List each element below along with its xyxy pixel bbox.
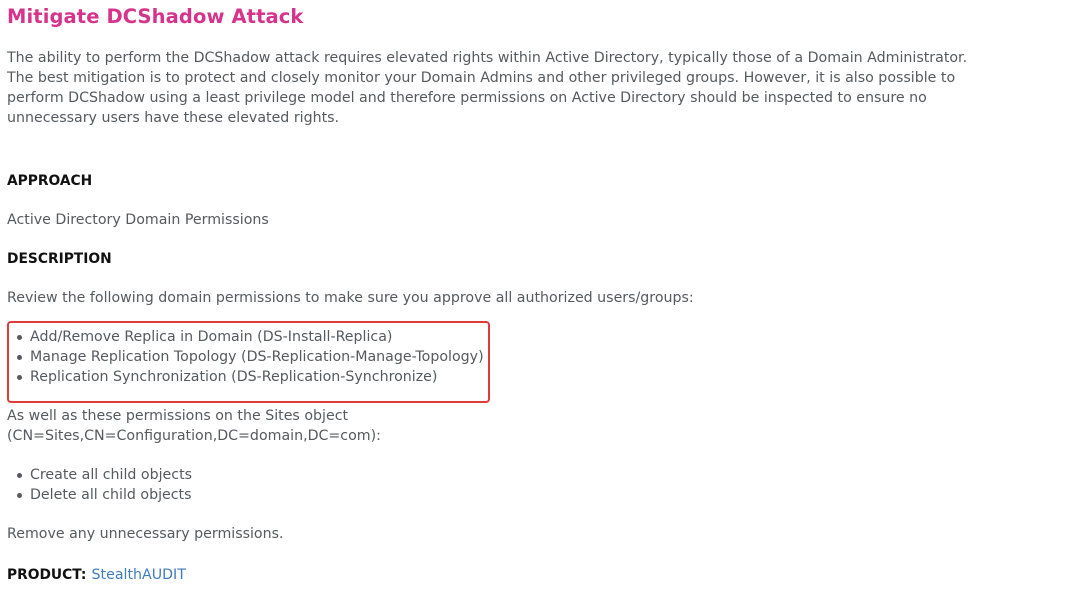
list-item-label: Replication Synchronization (DS-Replicat… (30, 369, 438, 385)
bullet-icon (17, 493, 22, 498)
bullet-icon (17, 375, 22, 380)
intro-line: The best mitigation is to protect and cl… (7, 70, 956, 86)
bullet-icon (17, 473, 22, 478)
product-link[interactable]: StealthAUDIT (92, 567, 186, 583)
sites-intro-line: As well as these permissions on the Site… (7, 408, 349, 424)
domain-permissions-list: Add/Remove Replica in Domain (DS-Install… (17, 327, 484, 387)
list-item: Replication Synchronization (DS-Replicat… (17, 367, 484, 387)
intro-line: The ability to perform the DCShadow atta… (7, 50, 968, 66)
closing-text: Remove any unnecessary permissions. (7, 526, 284, 542)
description-heading: DESCRIPTION (7, 251, 112, 267)
intro-line: unnecessary users have these elevated ri… (7, 110, 340, 126)
list-item: Delete all child objects (17, 485, 192, 505)
list-item: Create all child objects (17, 465, 192, 485)
sites-permissions-list: Create all child objects Delete all chil… (17, 465, 192, 505)
intro-line: perform DCShadow using a least privilege… (7, 90, 927, 106)
description-text: Review the following domain permissions … (7, 290, 694, 306)
approach-text: Active Directory Domain Permissions (7, 212, 269, 228)
bullet-icon (17, 355, 22, 360)
list-item-label: Manage Replication Topology (DS-Replicat… (30, 349, 484, 365)
list-item-label: Create all child objects (30, 467, 193, 483)
bullet-icon (17, 335, 22, 340)
page-title: Mitigate DCShadow Attack (7, 5, 304, 28)
list-item: Manage Replication Topology (DS-Replicat… (17, 347, 484, 367)
approach-heading: APPROACH (7, 173, 93, 189)
intro-paragraph: The ability to perform the DCShadow atta… (7, 48, 967, 128)
product-label: PRODUCT: (7, 567, 87, 583)
product-line: PRODUCT: StealthAUDIT (7, 564, 186, 585)
list-item-label: Add/Remove Replica in Domain (DS-Install… (30, 329, 393, 345)
sites-intro-line: (CN=Sites,CN=Configuration,DC=domain,DC=… (7, 428, 381, 444)
list-item-label: Delete all child objects (30, 487, 192, 503)
list-item: Add/Remove Replica in Domain (DS-Install… (17, 327, 484, 347)
